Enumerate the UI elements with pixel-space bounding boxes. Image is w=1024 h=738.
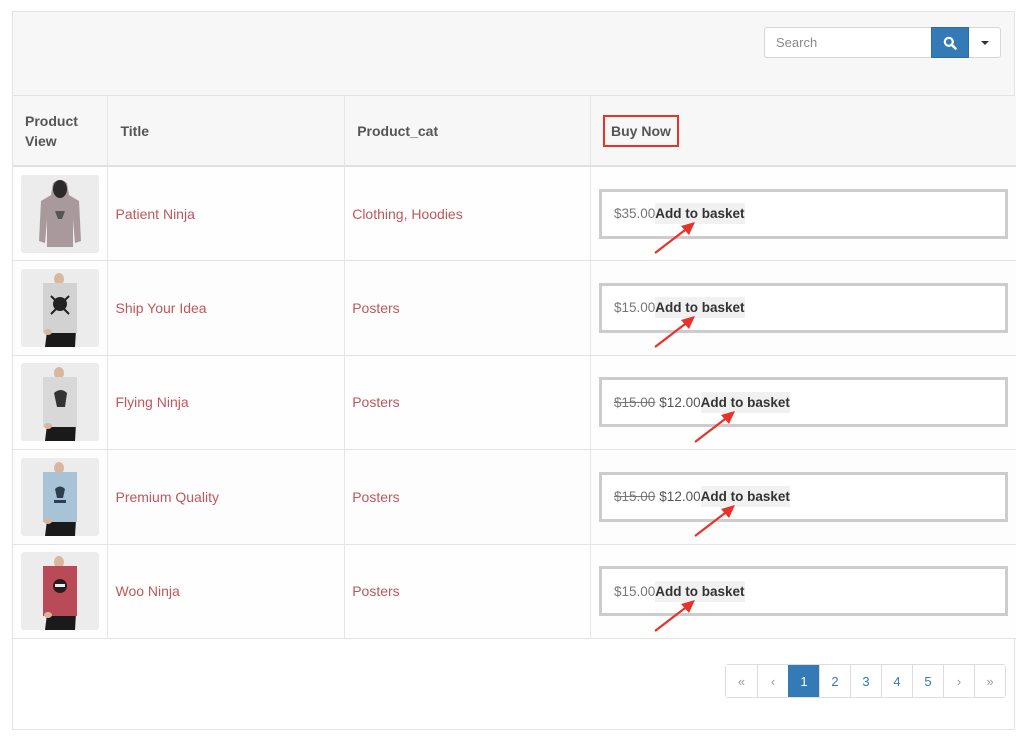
product-title-link[interactable]: Ship Your Idea [115, 300, 206, 316]
page-3[interactable]: 3 [850, 665, 881, 697]
table-header-row: Product View Title Product_cat Buy Now [13, 96, 1016, 167]
page-5[interactable]: 5 [912, 665, 943, 697]
product-view-cell [13, 544, 109, 639]
add-to-basket-button[interactable]: Add to basket [655, 203, 745, 224]
price: $35.00 [614, 206, 656, 221]
header-title[interactable]: Title [107, 96, 346, 167]
table-row: Ship Your Idea Posters $15.00 Add to basket [13, 260, 1016, 356]
add-to-basket-button[interactable]: Add to basket [700, 486, 790, 508]
add-to-basket-button[interactable]: Add to basket [655, 580, 745, 602]
buy-box-highlight: $35.00 Add to basket [599, 188, 1008, 239]
header-product-view[interactable]: Product View [13, 96, 109, 167]
product-category-link[interactable]: Posters [352, 300, 399, 316]
buy-now-cell: $15.00 Add to basket [590, 544, 1016, 639]
category-cell: Posters [344, 449, 591, 545]
table-toolbar [13, 12, 1014, 96]
product-view-cell [13, 449, 109, 545]
buy-box-highlight: $15.00 Add to basket [599, 566, 1008, 617]
search-group [764, 27, 1001, 58]
product-thumbnail[interactable] [21, 457, 99, 536]
product-title-link[interactable]: Flying Ninja [115, 394, 188, 410]
buy-box-highlight: $15.00 $12.00 Add to basket [599, 471, 1008, 522]
table-row: Woo Ninja Posters $15.00 Add to basket [13, 544, 1016, 639]
buy-now-cell: $15.00 $12.00 Add to basket [590, 449, 1016, 545]
sale-price: $12.00 [659, 394, 701, 410]
header-product-cat[interactable]: Product_cat [344, 96, 591, 167]
add-to-basket-button[interactable]: Add to basket [655, 297, 745, 319]
title-cell: Patient Ninja [107, 166, 346, 261]
page-next[interactable]: › [943, 665, 974, 697]
table-row: Patient Ninja Clothing, Hoodies $35.00 Add … [13, 166, 1016, 261]
product-view-cell [13, 260, 109, 356]
category-cell: Posters [344, 260, 591, 356]
product-view-cell [13, 355, 109, 450]
product-thumbnail[interactable] [21, 174, 99, 253]
category-cell: Clothing, Hoodies [344, 166, 591, 261]
title-cell: Flying Ninja [107, 355, 346, 450]
header-buy-now[interactable]: Buy Now [590, 96, 1016, 167]
search-icon [943, 36, 957, 50]
buy-now-highlight: Buy Now [603, 114, 679, 147]
page-2[interactable]: 2 [819, 665, 850, 697]
product-title-link[interactable]: Woo Ninja [115, 583, 179, 599]
search-input[interactable] [764, 27, 931, 58]
title-cell: Ship Your Idea [107, 260, 346, 356]
product-thumbnail[interactable] [21, 363, 99, 442]
product-thumbnail[interactable] [21, 552, 99, 631]
products-table: Product View Title Product_cat Buy Now P… [13, 96, 1016, 639]
page-1[interactable]: 1 [788, 665, 819, 697]
page-last[interactable]: » [974, 665, 1005, 697]
product-category-link[interactable]: Posters [352, 583, 399, 599]
price: $15.00 [614, 300, 656, 316]
add-to-basket-button[interactable]: Add to basket [700, 391, 790, 413]
products-panel: Product View Title Product_cat Buy Now P… [12, 11, 1016, 730]
product-title-link[interactable]: Premium Quality [115, 489, 218, 505]
original-price: $15.00 [614, 489, 656, 505]
table-row: Flying Ninja Posters $15.00 $12.00 Add to ba… [13, 355, 1016, 450]
category-cell: Posters [344, 355, 591, 450]
product-category-link[interactable]: Posters [352, 489, 399, 505]
title-cell: Woo Ninja [107, 544, 346, 639]
product-title-link[interactable]: Patient Ninja [115, 206, 194, 222]
page-first[interactable]: « [726, 665, 757, 697]
product-category-link[interactable]: Clothing, Hoodies [352, 206, 463, 222]
page-prev[interactable]: ‹ [757, 665, 788, 697]
buy-now-cell: $15.00 $12.00 Add to basket [590, 355, 1016, 450]
pagination: « ‹ 1 2 3 4 5 › » [725, 664, 1006, 698]
price: $15.00 [614, 583, 656, 599]
buy-now-cell: $35.00 Add to basket [590, 166, 1016, 261]
title-cell: Premium Quality [107, 449, 346, 545]
search-options-dropdown[interactable] [969, 27, 1001, 58]
product-thumbnail[interactable] [21, 268, 99, 347]
search-button[interactable] [931, 27, 969, 58]
product-category-link[interactable]: Posters [352, 394, 399, 410]
buy-now-cell: $15.00 Add to basket [590, 260, 1016, 356]
sale-price: $12.00 [659, 489, 701, 505]
caret-down-icon [980, 40, 989, 45]
product-view-cell [13, 166, 109, 261]
table-row: Premium Quality Posters $15.00 $12.00 Add to… [13, 449, 1016, 545]
original-price: $15.00 [614, 394, 656, 410]
buy-box-highlight: $15.00 Add to basket [599, 282, 1008, 333]
category-cell: Posters [344, 544, 591, 639]
buy-box-highlight: $15.00 $12.00 Add to basket [599, 377, 1008, 428]
page-4[interactable]: 4 [881, 665, 912, 697]
